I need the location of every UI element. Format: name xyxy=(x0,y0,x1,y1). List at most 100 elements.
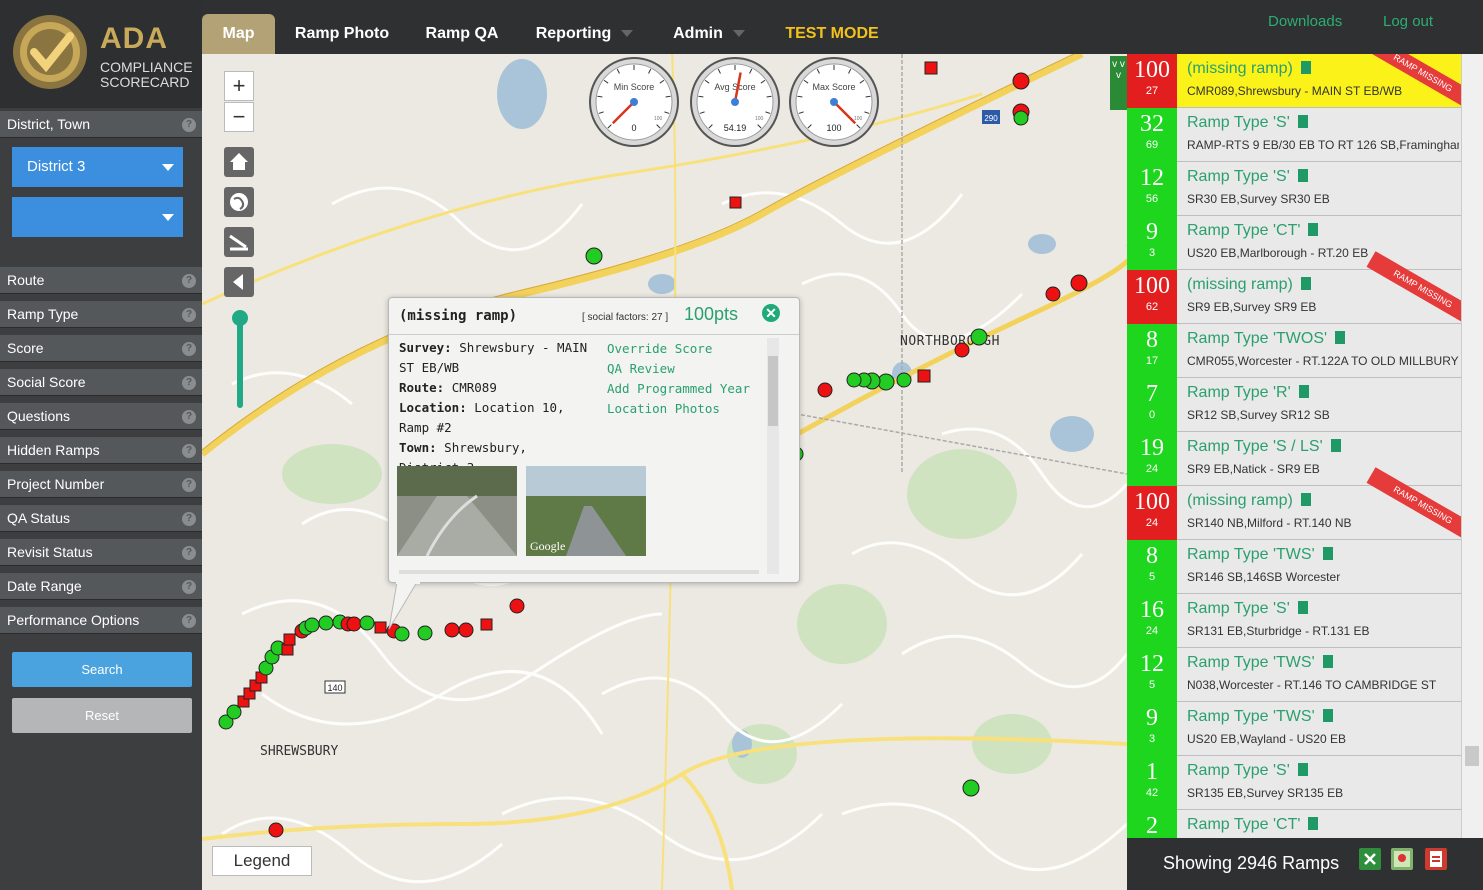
map-export-icon[interactable] xyxy=(1391,848,1413,870)
ramp-list-item[interactable]: 9 3 Ramp Type 'CT' US20 EB,Marlborough - RT… xyxy=(1127,216,1461,270)
home-icon[interactable] xyxy=(224,147,254,177)
pdf-export-icon[interactable] xyxy=(1425,848,1447,870)
filter-hidden-ramps[interactable]: Hidden Ramps? xyxy=(0,437,202,464)
zoom-in-button[interactable]: + xyxy=(224,71,254,101)
help-icon[interactable]: ? xyxy=(182,444,196,458)
ramp-list-item[interactable]: 9 3 Ramp Type 'TWS' US20 EB,Wayland - US20 … xyxy=(1127,702,1461,756)
ramp-marker[interactable] xyxy=(924,61,938,75)
filter-performance-options[interactable]: Performance Options? xyxy=(0,607,202,634)
popup-scrollbar-thumb[interactable] xyxy=(768,356,778,426)
ramp-marker[interactable] xyxy=(817,382,833,398)
filter-date-range[interactable]: Date Range? xyxy=(0,573,202,600)
ramp-list-item[interactable]: 2 Ramp Type 'CT' xyxy=(1127,810,1461,838)
ramp-title[interactable]: (missing ramp) xyxy=(1187,492,1311,510)
ramp-title[interactable]: Ramp Type 'CT' xyxy=(1187,222,1319,240)
nav-tab-admin[interactable]: Admin xyxy=(664,14,754,54)
popup-scrollbar[interactable] xyxy=(767,338,779,574)
ramp-marker[interactable] xyxy=(346,616,362,632)
pointer-icon[interactable] xyxy=(224,267,254,297)
ramp-marker[interactable] xyxy=(281,643,294,656)
help-icon[interactable]: ? xyxy=(182,376,196,390)
ramp-list-scrollbar-thumb[interactable] xyxy=(1465,746,1479,766)
nav-tab-map[interactable]: Map xyxy=(202,14,275,54)
ramp-list-item[interactable]: 100 27 (missing ramp) CMR089,Shrewsbury - M… xyxy=(1127,54,1461,111)
ramp-list-item[interactable]: 32 69 Ramp Type 'S' RAMP-RTS 9 EB/30 EB TO … xyxy=(1127,108,1461,162)
ramp-title[interactable]: Ramp Type 'TWS' xyxy=(1187,708,1333,726)
nav-tab-ramp-qa[interactable]: Ramp QA xyxy=(417,14,507,54)
document-icon[interactable] xyxy=(1308,223,1319,236)
ramp-marker[interactable] xyxy=(970,328,988,346)
ramp-title[interactable]: Ramp Type 'TWOS' xyxy=(1187,330,1346,348)
ramp-title[interactable]: Ramp Type 'S' xyxy=(1187,762,1308,780)
ramp-list-item[interactable]: 12 5 Ramp Type 'TWS' N038,Worcester - RT.14… xyxy=(1127,648,1461,702)
ramp-marker[interactable] xyxy=(509,598,525,614)
filter-social-score[interactable]: Social Score? xyxy=(0,369,202,396)
zoom-out-button[interactable]: − xyxy=(224,102,254,132)
filter-questions[interactable]: Questions? xyxy=(0,403,202,430)
override-score-link[interactable]: Override Score xyxy=(607,341,712,356)
district-select[interactable]: District 3 xyxy=(12,147,183,187)
ramp-marker[interactable] xyxy=(1045,286,1061,302)
ramp-title[interactable]: (missing ramp) xyxy=(1187,60,1311,78)
help-icon[interactable]: ? xyxy=(182,274,196,288)
ramp-marker[interactable] xyxy=(304,617,320,633)
document-icon[interactable] xyxy=(1322,547,1333,560)
ramp-title[interactable]: Ramp Type 'S / LS' xyxy=(1187,438,1341,456)
close-icon[interactable]: ✕ xyxy=(762,304,780,322)
help-icon[interactable]: ? xyxy=(182,410,196,424)
ramp-marker[interactable] xyxy=(359,615,375,631)
ramp-title[interactable]: Ramp Type 'TWS' xyxy=(1187,654,1333,672)
measure-icon[interactable] xyxy=(224,227,254,257)
ramp-title[interactable]: Ramp Type 'TWS' xyxy=(1187,546,1333,564)
filter-ramp-type[interactable]: Ramp Type? xyxy=(0,301,202,328)
document-icon[interactable] xyxy=(1300,277,1311,290)
ramp-marker[interactable] xyxy=(458,622,474,638)
town-select[interactable] xyxy=(12,197,183,237)
map-area[interactable]: 140 290 NORTHBOROUGH SHREWSBURY + − Min … xyxy=(202,54,1127,890)
filter-score[interactable]: Score? xyxy=(0,335,202,362)
ramp-marker[interactable] xyxy=(318,615,334,631)
filter-qa-status[interactable]: QA Status? xyxy=(0,505,202,532)
document-icon[interactable] xyxy=(1298,385,1309,398)
filter-route[interactable]: Route? xyxy=(0,267,202,294)
filter-district-town[interactable]: District, Town ? xyxy=(0,111,202,138)
ramp-list-item[interactable]: 1 42 Ramp Type 'S' SR135 EB,Survey SR135 EB xyxy=(1127,756,1461,810)
ramp-marker[interactable] xyxy=(283,633,296,646)
downloads-link[interactable]: Downloads xyxy=(1268,13,1342,30)
help-icon[interactable]: ? xyxy=(182,342,196,356)
help-icon[interactable]: ? xyxy=(182,614,196,628)
search-button[interactable]: Search xyxy=(12,652,192,687)
ramp-title[interactable]: Ramp Type 'S' xyxy=(1187,600,1308,618)
ramp-title[interactable]: (missing ramp) xyxy=(1187,276,1311,294)
list-collapse-toggle[interactable]: v v v xyxy=(1110,56,1127,110)
ramp-list-item[interactable]: 7 0 Ramp Type 'R' SR12 SB,Survey SR12 SB xyxy=(1127,378,1461,432)
ramp-marker[interactable] xyxy=(954,342,970,358)
location-photos-link[interactable]: Location Photos xyxy=(607,401,720,416)
ramp-marker[interactable] xyxy=(1070,274,1088,292)
ramp-list-item[interactable]: 8 5 Ramp Type 'TWS' SR146 SB,146SB Worceste… xyxy=(1127,540,1461,594)
ramp-list-item[interactable]: 100 62 (missing ramp) SR9 EB,Survey SR9 EB R… xyxy=(1127,251,1461,327)
globe-icon[interactable] xyxy=(224,187,254,217)
ramp-marker[interactable] xyxy=(846,372,862,388)
filter-revisit-status[interactable]: Revisit Status? xyxy=(0,539,202,566)
ramp-title[interactable]: Ramp Type 'S' xyxy=(1187,114,1308,132)
document-icon[interactable] xyxy=(1297,115,1308,128)
help-icon[interactable]: ? xyxy=(182,580,196,594)
ramp-marker[interactable] xyxy=(268,822,284,838)
ramp-marker[interactable] xyxy=(962,779,980,797)
document-icon[interactable] xyxy=(1297,169,1308,182)
document-icon[interactable] xyxy=(1308,817,1319,830)
document-icon[interactable] xyxy=(1322,709,1333,722)
ramp-list-item[interactable]: 19 24 Ramp Type 'S / LS' SR9 EB,Natick - SR… xyxy=(1127,432,1461,486)
ramp-marker[interactable] xyxy=(480,618,493,631)
ramp-marker[interactable] xyxy=(1012,72,1030,90)
ramp-marker[interactable] xyxy=(917,369,931,383)
add-programmed-year-link[interactable]: Add Programmed Year xyxy=(607,381,750,396)
help-icon[interactable]: ? xyxy=(182,546,196,560)
ramp-list-scrollbar[interactable] xyxy=(1461,54,1483,838)
filter-project-number[interactable]: Project Number? xyxy=(0,471,202,498)
document-icon[interactable] xyxy=(1297,763,1308,776)
ramp-title[interactable]: Ramp Type 'S' xyxy=(1187,168,1308,186)
popup-hscroll[interactable] xyxy=(399,570,759,574)
help-icon[interactable]: ? xyxy=(182,512,196,526)
